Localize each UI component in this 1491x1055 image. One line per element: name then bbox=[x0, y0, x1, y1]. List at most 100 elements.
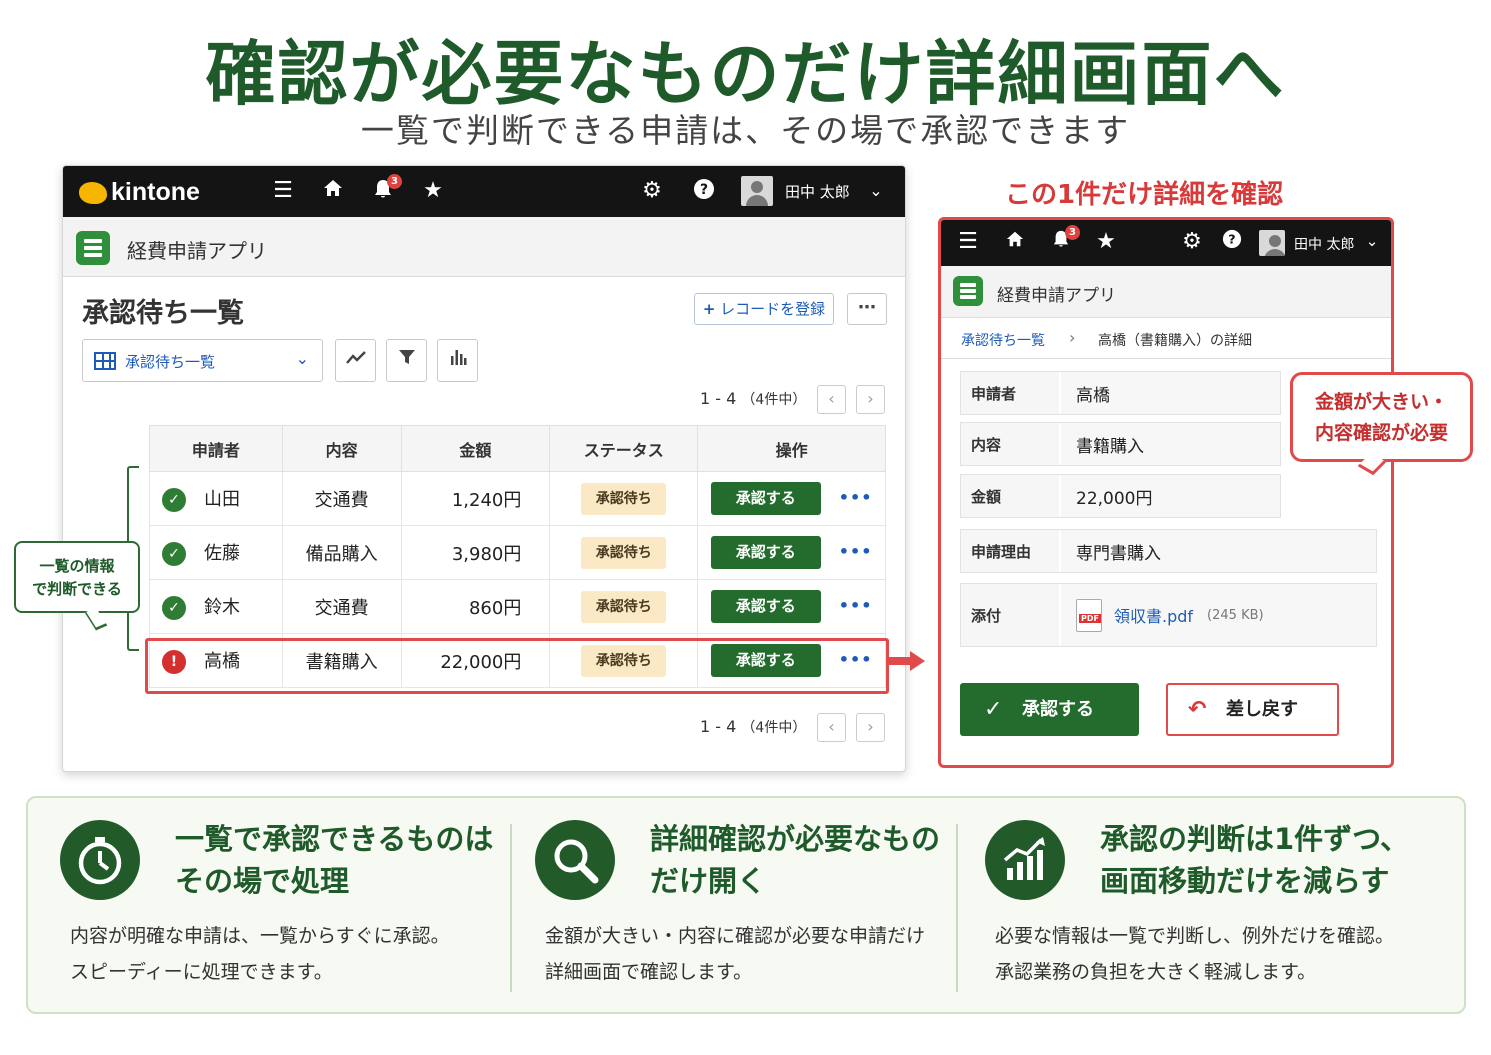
star-icon[interactable]: ★ bbox=[420, 178, 446, 204]
app-icon bbox=[953, 276, 983, 306]
field-label: 添付 bbox=[961, 584, 1059, 646]
field-value: 書籍購入 bbox=[1059, 423, 1280, 465]
menu-icon[interactable]: ☰ bbox=[270, 178, 296, 204]
check-circle-icon: ✓ bbox=[162, 488, 186, 512]
feature-title: 詳細確認が必要なもの bbox=[650, 822, 941, 856]
feature-description: スピーディーに処理できます。 bbox=[70, 961, 333, 983]
row-more-icon[interactable]: ••• bbox=[839, 650, 873, 669]
prev-page-button[interactable]: ‹ bbox=[817, 385, 846, 414]
app-name[interactable]: 経費申請アプリ bbox=[997, 281, 1116, 306]
next-page-button[interactable]: › bbox=[856, 385, 885, 414]
menu-icon[interactable]: ☰ bbox=[955, 229, 981, 255]
field-label: 申請者 bbox=[961, 372, 1059, 414]
approve-button[interactable]: 承認する bbox=[710, 590, 821, 623]
top-navbar: kintone ☰ 3 ★ ⚙ ? 田中 太郎 ⌄ bbox=[63, 166, 905, 217]
approve-button[interactable]: 承認する bbox=[710, 536, 821, 569]
row-more-icon[interactable]: ••• bbox=[839, 488, 873, 507]
breadcrumb-separator-icon: › bbox=[1069, 328, 1076, 347]
applicant-cell: 山田 bbox=[204, 489, 240, 510]
table-row[interactable]: ✓ 鈴木 交通費 860円 承認待ち 承認する ••• bbox=[149, 579, 886, 634]
gear-icon[interactable]: ⚙ bbox=[639, 178, 665, 204]
content-cell: 交通費 bbox=[282, 579, 402, 634]
table-view-icon bbox=[94, 352, 116, 370]
chevron-down-icon[interactable]: ⌄ bbox=[1359, 228, 1385, 254]
row-more-icon[interactable]: ••• bbox=[839, 542, 873, 561]
app-header: 経費申請アプリ bbox=[63, 217, 905, 277]
callout-line: 内容確認が必要 bbox=[1314, 422, 1448, 444]
approve-button[interactable]: 承認する bbox=[710, 644, 821, 677]
home-icon[interactable] bbox=[1002, 229, 1028, 255]
amount-check-callout: 金額が大きい・ 内容確認が必要 bbox=[1290, 372, 1473, 476]
table-header-row: 申請者 内容 金額 ステータス 操作 bbox=[149, 425, 886, 472]
app-name[interactable]: 経費申請アプリ bbox=[127, 235, 267, 264]
feature-description: 内容が明確な申請は、一覧からすぐに承認。 bbox=[70, 925, 450, 947]
filter-button[interactable] bbox=[386, 339, 427, 382]
field-label: 内容 bbox=[961, 423, 1059, 465]
bell-icon[interactable]: 3 bbox=[370, 174, 402, 204]
add-record-button[interactable]: + レコードを登録 bbox=[694, 293, 834, 325]
field-applicant: 申請者 高橋 bbox=[960, 371, 1281, 415]
notification-badge: 3 bbox=[387, 174, 402, 189]
callout-line: 一覧の情報 bbox=[39, 557, 115, 575]
svg-text:?: ? bbox=[1228, 232, 1235, 247]
home-icon[interactable] bbox=[320, 178, 346, 204]
help-icon[interactable]: ? bbox=[691, 178, 717, 204]
detail-window: ☰ 3 ★ ⚙ ? 田中 太郎 ⌄ 経費申請アプリ 承認待ち一覧 › 高橋（書籍… bbox=[938, 217, 1394, 768]
chevron-down-icon: ⌄ bbox=[295, 349, 309, 368]
table-row[interactable]: ! 高橋 書籍購入 22,000円 承認待ち 承認する ••• bbox=[149, 633, 886, 688]
logo-mark-icon bbox=[79, 181, 107, 204]
view-title: 承認待ち一覧 bbox=[82, 298, 244, 329]
check-circle-icon: ✓ bbox=[162, 596, 186, 620]
filter-icon bbox=[398, 350, 415, 364]
column-header: 操作 bbox=[697, 425, 886, 472]
next-page-button[interactable]: › bbox=[856, 713, 885, 742]
feature-description: 必要な情報は一覧で判断し、例外だけを確認。 bbox=[995, 925, 1395, 947]
user-avatar[interactable] bbox=[1259, 230, 1285, 256]
column-header[interactable]: 金額 bbox=[400, 425, 551, 472]
pager-bottom: 1 - 4 （4件中） bbox=[700, 717, 806, 737]
send-back-label: 差し戻す bbox=[1226, 699, 1298, 720]
arrow-right-icon bbox=[888, 651, 925, 671]
approve-button-label: 承認する bbox=[1022, 699, 1094, 720]
pager-range: 1 - 4 bbox=[700, 717, 737, 736]
applicant-cell: 高橋 bbox=[204, 651, 240, 672]
chart-button[interactable] bbox=[437, 339, 478, 382]
attachment-size: (245 KB) bbox=[1207, 607, 1264, 623]
list-info-callout: 一覧の情報 で判断できる bbox=[14, 541, 140, 631]
content-cell: 書籍購入 bbox=[282, 633, 402, 688]
table-row[interactable]: ✓ 山田 交通費 1,240円 承認待ち 承認する ••• bbox=[149, 471, 886, 526]
callout-line: 金額が大きい・ bbox=[1314, 391, 1448, 413]
user-name[interactable]: 田中 太郎 bbox=[785, 181, 850, 202]
bell-icon[interactable]: 3 bbox=[1048, 225, 1080, 255]
feature-title: 一覧で承認できるものは bbox=[175, 822, 494, 856]
column-header[interactable]: 申請者 bbox=[149, 425, 283, 472]
field-label: 申請理由 bbox=[961, 530, 1059, 572]
features-panel: 一覧で承認できるものは その場で処理 内容が明確な申請は、一覧からすぐに承認。 … bbox=[26, 796, 1466, 1014]
star-icon[interactable]: ★ bbox=[1093, 229, 1119, 255]
attachment-link[interactable]: 領収書.pdf bbox=[1114, 603, 1193, 627]
row-more-icon[interactable]: ••• bbox=[839, 596, 873, 615]
user-name[interactable]: 田中 太郎 bbox=[1294, 234, 1354, 254]
table-row[interactable]: ✓ 佐藤 備品購入 3,980円 承認待ち 承認する ••• bbox=[149, 525, 886, 580]
feature-item: 一覧で承認できるものは その場で処理 内容が明確な申請は、一覧からすぐに承認。 … bbox=[60, 798, 500, 1012]
alert-circle-icon: ! bbox=[162, 650, 186, 674]
undo-arrow-icon: ↶ bbox=[1188, 697, 1207, 722]
kintone-logo[interactable]: kintone bbox=[79, 178, 200, 207]
chevron-down-icon[interactable]: ⌄ bbox=[863, 178, 889, 204]
approve-button[interactable]: 承認する bbox=[710, 482, 821, 515]
feature-description: 詳細画面で確認します。 bbox=[545, 961, 753, 983]
approve-button[interactable]: ✓ 承認する bbox=[960, 683, 1139, 736]
send-back-button[interactable]: ↶ 差し戻す bbox=[1166, 683, 1339, 736]
status-badge: 承認待ち bbox=[581, 536, 667, 569]
column-header[interactable]: ステータス bbox=[549, 425, 699, 472]
graph-button[interactable] bbox=[335, 339, 376, 382]
gear-icon[interactable]: ⚙ bbox=[1179, 229, 1205, 255]
detail-caption: この1件だけ詳細を確認 bbox=[1005, 180, 1284, 210]
more-options-button[interactable]: ⋯ bbox=[847, 293, 887, 325]
prev-page-button[interactable]: ‹ bbox=[817, 713, 846, 742]
view-selector[interactable]: 承認待ち一覧 ⌄ bbox=[82, 339, 323, 382]
breadcrumb-parent[interactable]: 承認待ち一覧 bbox=[961, 330, 1045, 350]
user-avatar[interactable] bbox=[741, 176, 773, 206]
help-icon[interactable]: ? bbox=[1219, 229, 1245, 255]
column-header[interactable]: 内容 bbox=[281, 425, 402, 472]
